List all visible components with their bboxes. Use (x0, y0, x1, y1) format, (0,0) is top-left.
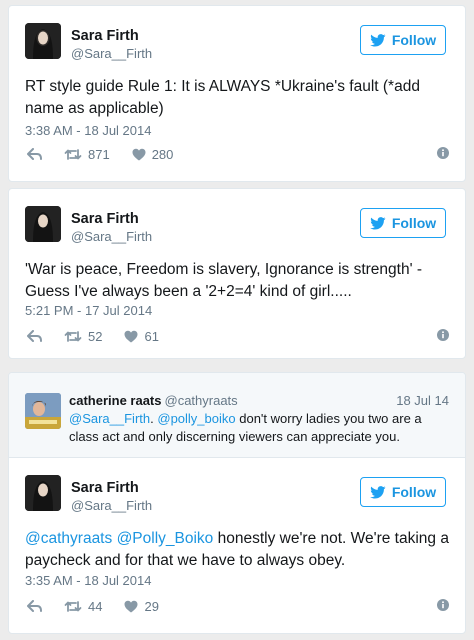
author-names[interactable]: Sara Firth @Sara__Firth (71, 479, 152, 514)
twitter-bird-icon (370, 216, 386, 230)
retweet-count: 52 (88, 328, 103, 344)
screen-name[interactable]: @Sara__Firth (71, 228, 152, 245)
reply-context-text: @Sara__Firth. @polly_boiko don't worry l… (69, 410, 449, 446)
reply-arrow-icon (27, 147, 42, 160)
avatar[interactable] (25, 393, 61, 429)
retweet-button[interactable]: 52 (64, 329, 102, 344)
tweet-card: Sara Firth @Sara__Firth Follow RT style … (8, 5, 466, 182)
tweet-card-with-reply-context: catherine raats @cathyraats 18 Jul 14 @Sa… (8, 372, 466, 634)
like-count: 29 (144, 598, 159, 614)
info-circle-icon[interactable] (437, 147, 449, 162)
timestamp[interactable]: 18 Jul 14 (396, 392, 449, 409)
info-circle-icon[interactable] (437, 329, 449, 344)
reply-button[interactable] (27, 329, 42, 343)
follow-label: Follow (391, 32, 437, 48)
text-separator: . (150, 411, 154, 426)
retweet-icon (64, 148, 82, 160)
author-names[interactable]: Sara Firth @Sara__Firth (71, 210, 152, 245)
mention-link[interactable]: @Polly_Boiko (117, 530, 214, 547)
retweet-icon (64, 600, 82, 612)
author-names[interactable]: Sara Firth @Sara__Firth (71, 27, 152, 62)
tweet-actions: 871 280 (27, 144, 449, 164)
heart-icon (132, 148, 146, 160)
timestamp[interactable]: 3:38 AM - 18 Jul 2014 (25, 123, 151, 138)
retweet-count: 871 (88, 146, 110, 162)
tweet-actions: 52 61 (27, 326, 449, 346)
retweet-icon (64, 330, 82, 342)
reply-arrow-icon (27, 329, 42, 342)
in-reply-to-tweet[interactable]: catherine raats @cathyraats 18 Jul 14 @Sa… (9, 373, 465, 458)
heart-icon (124, 600, 138, 612)
follow-button[interactable]: Follow (360, 25, 446, 55)
follow-button[interactable]: Follow (360, 477, 446, 507)
reply-button[interactable] (27, 147, 42, 161)
tweet-text: RT style guide Rule 1: It is ALWAYS *Ukr… (25, 78, 420, 117)
tweet-card: Sara Firth @Sara__Firth Follow 'War is p… (8, 188, 466, 359)
mention-link[interactable]: @Sara__Firth (69, 411, 150, 426)
reply-context-header: catherine raats @cathyraats 18 Jul 14 (69, 392, 449, 409)
screen-name[interactable]: @cathyraats (165, 393, 238, 408)
timestamp[interactable]: 5:21 PM - 17 Jul 2014 (25, 303, 152, 318)
display-name[interactable]: Sara Firth (71, 210, 152, 228)
avatar[interactable] (25, 206, 61, 242)
follow-button[interactable]: Follow (360, 208, 446, 238)
screen-name[interactable]: @Sara__Firth (71, 497, 152, 514)
display-name[interactable]: Sara Firth (71, 479, 152, 497)
avatar[interactable] (25, 23, 61, 59)
like-button[interactable]: 280 (132, 146, 174, 162)
tweet: Sara Firth @Sara__Firth Follow 'War is p… (9, 189, 465, 344)
like-button[interactable]: 61 (124, 328, 159, 344)
timestamp[interactable]: 3:35 AM - 18 Jul 2014 (25, 573, 151, 588)
display-name[interactable]: catherine raats (69, 393, 162, 408)
tweet: Sara Firth @Sara__Firth Follow @cathyraa… (9, 458, 465, 633)
reply-arrow-icon (27, 599, 42, 612)
tweet-actions: 44 29 (27, 596, 449, 616)
mention-link[interactable]: @polly_boiko (157, 411, 235, 426)
like-count: 280 (151, 146, 174, 162)
retweet-button[interactable]: 871 (64, 147, 110, 162)
twitter-bird-icon (370, 485, 386, 499)
info-circle-icon[interactable] (437, 599, 449, 614)
display-name[interactable]: Sara Firth (71, 27, 152, 45)
tweet-text: @cathyraats @Polly_Boiko honestly we're … (25, 528, 449, 572)
retweet-button[interactable]: 44 (64, 599, 102, 614)
like-button[interactable]: 29 (124, 598, 159, 614)
screen-name[interactable]: @Sara__Firth (71, 45, 152, 62)
follow-label: Follow (391, 215, 437, 231)
follow-label: Follow (391, 484, 437, 500)
like-count: 61 (144, 328, 159, 344)
avatar[interactable] (25, 475, 61, 511)
twitter-bird-icon (370, 33, 386, 47)
heart-icon (124, 330, 138, 342)
tweet-text: 'War is peace, Freedom is slavery, Ignor… (25, 261, 423, 300)
tweet: Sara Firth @Sara__Firth Follow RT style … (9, 6, 465, 162)
mention-link[interactable]: @cathyraats (25, 530, 112, 547)
retweet-count: 44 (88, 598, 103, 614)
reply-button[interactable] (27, 599, 42, 613)
